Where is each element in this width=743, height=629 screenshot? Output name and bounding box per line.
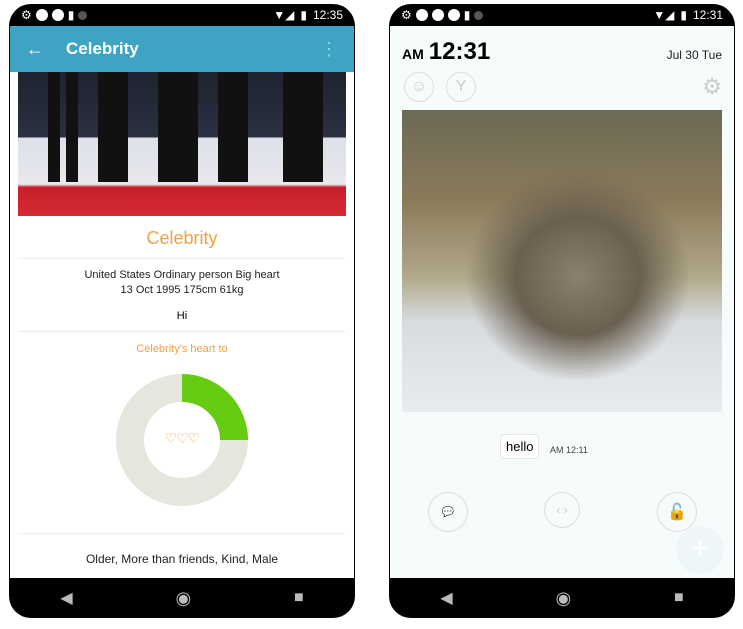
celebrity-photo [18, 72, 346, 216]
status-bar: ⚙ ▮ ▼◢ ▮ 12:31 [389, 4, 735, 26]
recents-nav-icon[interactable]: ■ [294, 589, 304, 607]
gear-icon: ⚙ [401, 8, 412, 22]
back-arrow-icon[interactable]: ← [26, 39, 44, 60]
back-nav-icon[interactable]: ◀ [60, 588, 72, 608]
gear-icon: ⚙ [21, 8, 32, 22]
more-options-icon[interactable]: ⋮ [320, 39, 338, 60]
celebrity-name: Celebrity [18, 216, 346, 259]
add-fab-icon[interactable]: + [676, 526, 724, 574]
info-line-2: 13 Oct 1995 175cm 61kg [120, 284, 244, 296]
kitten-photo [402, 110, 722, 412]
status-bar: ⚙ ▮ ▼◢ ▮ 12:35 [9, 4, 355, 26]
hearts-icon: ♡♡♡ [164, 430, 201, 446]
back-nav-icon[interactable]: ◀ [440, 588, 452, 608]
message-time: AM 12:11 [550, 445, 588, 455]
recents-nav-icon[interactable]: ■ [674, 589, 684, 607]
swipe-arrows-icon[interactable]: ‹ › [544, 492, 580, 528]
sd-icon: ▮ [67, 8, 75, 22]
battery-icon: ▮ [680, 8, 687, 22]
nav-bar: ◀ ◉ ■ [9, 578, 355, 618]
home-nav-icon[interactable]: ◉ [175, 588, 191, 609]
status-time: 12:31 [692, 8, 723, 22]
unlock-icon[interactable]: 🔓 [657, 492, 697, 532]
status-time: 12:35 [312, 8, 343, 22]
sd-icon: ▮ [463, 8, 471, 22]
date: Jul 30 Tue [666, 48, 722, 62]
clock-ampm: AM [402, 46, 424, 62]
battery-icon: ▮ [300, 8, 307, 22]
page-title: Celebrity [66, 39, 139, 58]
wifi-icon: ▼◢ [653, 8, 675, 22]
info-line-1: United States Ordinary person Big heart [84, 269, 280, 281]
clock-time: 12:31 [428, 38, 491, 65]
alarm-icon[interactable]: ☺ [404, 72, 434, 102]
home-nav-icon[interactable]: ◉ [555, 588, 571, 609]
greeting: Hi [18, 298, 346, 332]
settings-gear-icon[interactable]: ⚙ [702, 74, 722, 100]
tags: Older, More than friends, Kind, Male [18, 533, 346, 566]
phone-right: ⚙ ▮ ▼◢ ▮ 12:31 AM 12:31 Jul 30 Tue ☺ Y ⚙ he… [389, 4, 735, 618]
flashlight-icon[interactable]: Y [446, 72, 476, 102]
chat-icon[interactable]: 💬 [428, 492, 468, 532]
message-bubble: hello [500, 434, 540, 459]
wifi-icon: ▼◢ [273, 8, 295, 22]
app-bar: ← Celebrity ⋮ [10, 26, 354, 72]
heart-label: Celebrity's heart to [136, 343, 228, 355]
nav-bar: ◀ ◉ ■ [389, 578, 735, 618]
phone-left: ⚙ ▮ ▼◢ ▮ 12:35 ← Celebrity ⋮ Celebrity Unit… [9, 4, 355, 618]
